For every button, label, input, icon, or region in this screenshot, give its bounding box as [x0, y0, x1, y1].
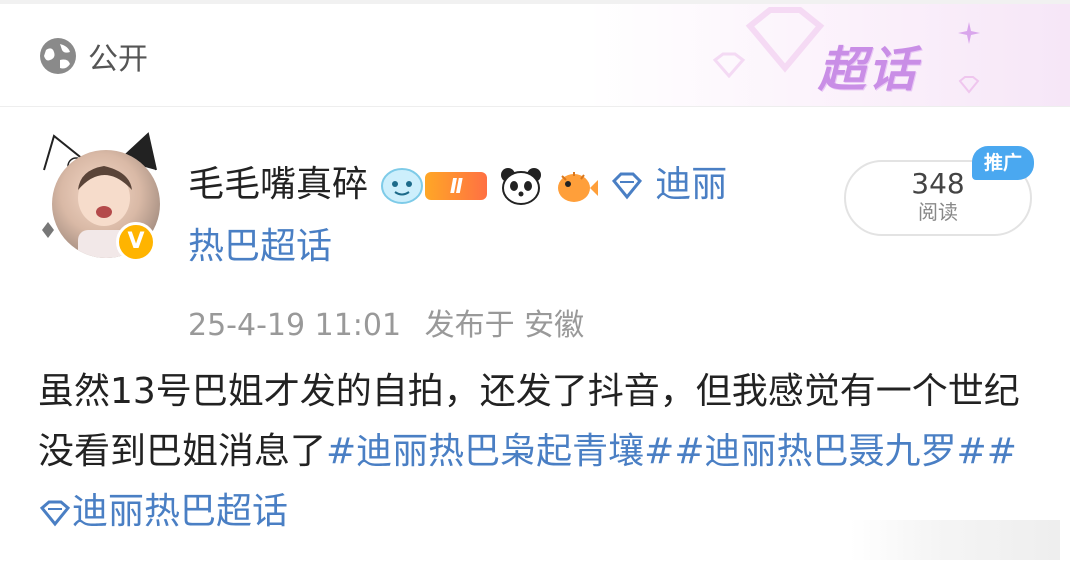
top-divider: [0, 0, 1070, 4]
sparkle-icon: [958, 22, 980, 44]
level-badge-label: Ⅱ: [449, 174, 464, 198]
globe-icon: [40, 38, 76, 74]
diamond-icon: [745, 7, 825, 73]
supertopic-tag-label: 迪丽热巴超话: [72, 491, 289, 532]
panda-icon[interactable]: [499, 166, 543, 206]
bottom-fade-overlay: [850, 520, 1060, 560]
diamond-icon: [958, 76, 980, 94]
supertopic-diamond-icon: [611, 172, 642, 200]
timestamp: 25-4-19 11:01: [188, 308, 402, 343]
member-emoji-icon[interactable]: [379, 166, 425, 206]
visibility-label: 公开: [88, 42, 148, 77]
promo-button[interactable]: 推广: [972, 146, 1034, 180]
supertopic-title[interactable]: 超话: [818, 30, 918, 100]
diamond-icon: [712, 52, 746, 78]
post-meta: 25-4-19 11:01 发布于 安徽: [188, 300, 584, 344]
hashtag-link[interactable]: #迪丽热巴聂九罗#: [674, 431, 986, 472]
hashtag-link[interactable]: #迪丽热巴枭起青壤#: [326, 431, 674, 472]
user-info-row: 毛毛嘴真碎 Ⅱ 迪丽: [188, 160, 808, 210]
location: 发布于 安徽: [424, 308, 585, 343]
verified-badge: V: [116, 222, 156, 262]
read-label: 阅读: [918, 200, 958, 224]
supertopic-link-continued[interactable]: 热巴超话: [188, 222, 332, 272]
level-badge[interactable]: Ⅱ: [425, 172, 488, 200]
username[interactable]: 毛毛嘴真碎: [188, 164, 368, 205]
supertopic-link[interactable]: 迪丽: [655, 164, 727, 205]
pufferfish-icon[interactable]: [554, 166, 599, 206]
supertopic-diamond-icon: [39, 500, 71, 527]
visibility-indicator[interactable]: 公开: [38, 36, 148, 77]
top-bar: 公开 超话: [0, 0, 1070, 107]
avatar[interactable]: V: [40, 130, 160, 270]
post-content: 虽然13号巴姐才发的自拍，还发了抖音，但我感觉有一个世纪没看到巴姐消息了#迪丽热…: [38, 362, 1038, 542]
